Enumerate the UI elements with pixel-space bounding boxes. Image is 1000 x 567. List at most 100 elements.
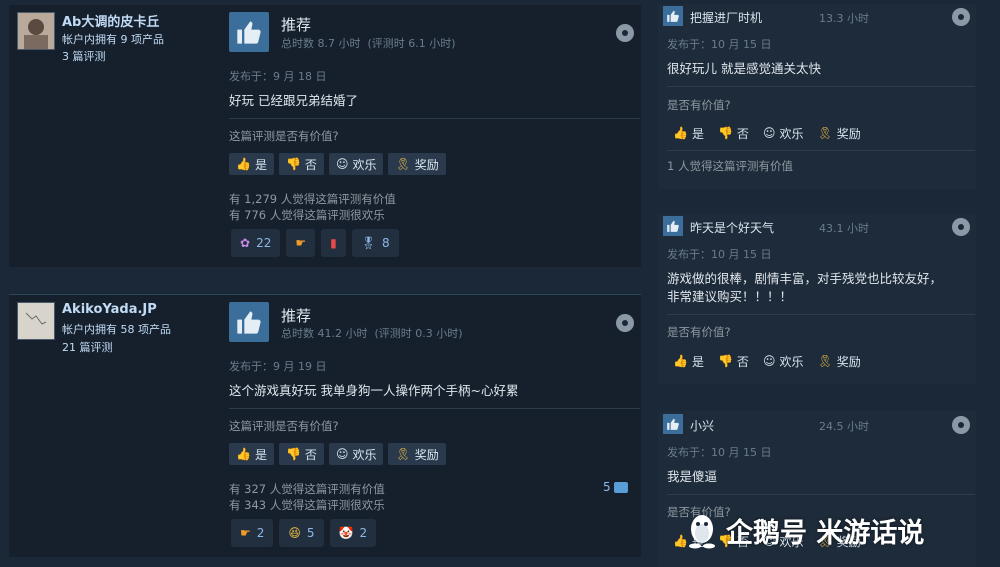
award-count: 2 [256, 526, 265, 540]
award-count: 22 [256, 236, 272, 250]
thumbs-down-icon: 👎 [285, 157, 301, 171]
author-reviews[interactable]: 3 篇评测 [62, 48, 106, 64]
vote-funny-label: 欢乐 [779, 126, 804, 141]
vote-yes-button[interactable]: 👍是 [229, 443, 274, 465]
award-button[interactable]: 🎗 奖励 [388, 153, 446, 175]
award-count: 8 [381, 236, 390, 250]
wings-icon: ✿ [240, 236, 251, 250]
smiley-icon: ☺ [762, 126, 776, 140]
awards-row: ✿ 22 ☛ ▮ 🎖 8 [231, 229, 399, 257]
comment-bubble-icon [613, 481, 628, 493]
smiley-icon: ☺ [762, 354, 776, 368]
award-button[interactable]: 🎗 奖励 [817, 122, 860, 144]
playtime: 43.1 小时 [819, 222, 869, 235]
vote-funny-button[interactable]: ☺ 欢乐 [763, 350, 804, 372]
thumbs-up-icon [229, 12, 269, 52]
comment-count: 5 [603, 480, 611, 494]
helpful-count: 有 327 人觉得这篇评测有价值 [229, 482, 385, 496]
vote-controls: 👍是 👎否 ☺欢乐 🎗奖励 [673, 350, 861, 372]
thumbs-down-icon: 👎 [285, 447, 301, 461]
playtime: 24.5 小时 [819, 420, 869, 433]
comment-count-button[interactable]: 5 [603, 480, 628, 494]
award-item[interactable]: ☛ 2 [231, 519, 274, 547]
medal-icon: 🎖 [360, 236, 376, 250]
playtime: 13.3 小时 [819, 12, 869, 25]
review-content: 很好玩儿 就是感觉通关太快 [667, 61, 821, 76]
author-name[interactable]: 昨天是个好天气 [690, 219, 774, 236]
divider [667, 150, 975, 151]
author-name[interactable]: Ab大调的皮卡丘 [62, 11, 159, 30]
review-verdict[interactable]: 推荐 [281, 14, 311, 35]
vote-funny-button[interactable]: ☺ 欢乐 [763, 122, 804, 144]
playtime: 总时数 41.2 小时 (评测时 0.3 小时) [281, 327, 463, 340]
review-verdict[interactable]: 推荐 [281, 305, 311, 326]
thumbs-up-icon [663, 6, 683, 26]
helpful-count: 有 1,279 人觉得这篇评测有价值 [229, 192, 396, 206]
smiley-icon: ☺ [335, 447, 349, 461]
award-label: 奖励 [414, 157, 439, 172]
vote-yes-button[interactable]: 👍是 [673, 122, 704, 144]
review-content-line-1: 游戏做的很棒，剧情丰富，对手残党也比较友好， [667, 271, 943, 286]
watermark: 企鹅号 米游话说 [686, 511, 924, 550]
steam-icon [952, 218, 970, 236]
award-item[interactable]: 😆 5 [279, 519, 324, 547]
award-item[interactable]: ✿ 22 [231, 229, 281, 257]
author-name[interactable]: 小兴 [690, 417, 714, 434]
laughing-face-icon: 😆 [288, 526, 301, 540]
vote-no-button[interactable]: 👎 否 [718, 350, 749, 372]
watermark-text: 企鹅号 米游话说 [726, 518, 925, 549]
vote-no-label: 否 [304, 447, 317, 462]
author-products[interactable]: 帐户内拥有 58 项产品 [62, 321, 171, 337]
thumbs-up-icon [663, 216, 683, 236]
vote-yes-button[interactable]: 👍是 [673, 350, 704, 372]
vote-yes-label: 是 [254, 157, 267, 172]
award-button[interactable]: 🎗 奖励 [817, 350, 860, 372]
vote-no-button[interactable]: 👎 否 [278, 153, 324, 175]
divider [667, 86, 975, 87]
award-item[interactable]: ▮ [321, 229, 346, 257]
vote-controls: 👍是 👎否 ☺欢乐 🎗奖励 [229, 153, 446, 175]
vote-no-label: 否 [736, 126, 749, 141]
vote-funny-button[interactable]: ☺ 欢乐 [328, 153, 384, 175]
helpful-count: 1 人觉得这篇评测有价值 [667, 159, 793, 173]
author-products[interactable]: 帐户内拥有 9 项产品 [62, 31, 164, 47]
steam-icon [616, 24, 634, 42]
divider [667, 494, 975, 495]
avatar[interactable] [17, 12, 55, 50]
posted-date: 发布于：9 月 19 日 [229, 360, 327, 373]
divider [229, 408, 640, 409]
penguin-logo-icon [689, 514, 715, 548]
vote-yes-label: 是 [691, 126, 704, 141]
clown-icon: 🤡 [338, 526, 354, 540]
vote-no-button[interactable]: 👎 否 [278, 443, 324, 465]
award-item[interactable]: 🤡 2 [329, 519, 377, 547]
award-label: 奖励 [836, 354, 861, 369]
thumbs-up-icon: 👍 [236, 157, 251, 171]
avatar-image-icon [24, 19, 48, 49]
pointing-hand-icon: ☛ [295, 236, 307, 250]
award-item[interactable]: ☛ [286, 229, 316, 257]
vote-yes-button[interactable]: 👍是 [229, 153, 274, 175]
award-button[interactable]: 🎗 奖励 [388, 443, 446, 465]
steam-icon [616, 314, 634, 332]
vote-yes-label: 是 [691, 354, 704, 369]
vote-no-label: 否 [736, 354, 749, 369]
posted-date: 发布于：10 月 15 日 [667, 446, 772, 459]
author-name[interactable]: 把握进厂时机 [690, 9, 762, 26]
award-item[interactable]: 🎖 8 [351, 229, 399, 257]
vote-no-button[interactable]: 👎 否 [718, 122, 749, 144]
vote-funny-button[interactable]: ☺ 欢乐 [328, 443, 384, 465]
review-content: 我是傻逼 [667, 469, 718, 484]
smiley-icon: ☺ [335, 157, 349, 171]
vote-funny-label: 欢乐 [352, 447, 377, 462]
steam-icon [952, 416, 970, 434]
review-content-line-2: 非常建议购买！！！！ [667, 289, 793, 304]
avatar[interactable] [17, 302, 55, 340]
steam-icon [952, 8, 970, 26]
helpful-question: 是否有价值? [667, 98, 731, 112]
divider [229, 118, 640, 119]
award-ribbon-icon: 🎗 [395, 157, 411, 171]
author-name[interactable]: AkikoYada.JP [62, 302, 157, 317]
awards-row: ☛ 2 😆 5 🤡 2 [231, 519, 377, 547]
author-reviews[interactable]: 21 篇评测 [62, 339, 113, 355]
